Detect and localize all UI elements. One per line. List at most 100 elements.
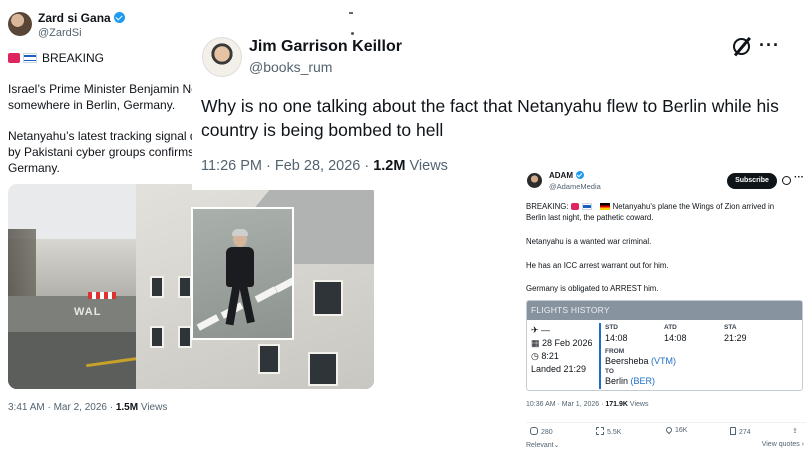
calendar-icon: ▦ — [531, 338, 543, 348]
photo-window — [308, 352, 338, 386]
from-label: FROM — [605, 348, 625, 355]
crosswalk-stripe — [254, 286, 278, 303]
views-count: 1.5M — [115, 402, 139, 413]
flight-date: 28 Feb 2026 — [542, 338, 593, 348]
author-handle[interactable]: @books_rum — [249, 59, 332, 75]
like-button[interactable]: 16K — [664, 425, 688, 435]
chevron-right-icon: › — [799, 441, 804, 448]
avatar[interactable] — [527, 173, 542, 188]
avatar[interactable] — [8, 12, 32, 36]
photo-window — [258, 344, 280, 374]
sta-value: 21:29 — [724, 333, 747, 343]
views-label: Views — [138, 402, 168, 413]
repost-count: 5.5K — [607, 429, 622, 436]
share-button[interactable]: ⇪ — [792, 427, 798, 435]
std-value: 14:08 — [605, 333, 628, 343]
avatar[interactable] — [202, 37, 242, 77]
breaking-text: BREAKING: — [526, 202, 569, 211]
crosswalk-stripe — [196, 314, 220, 331]
bookmark-button[interactable]: 274 — [730, 427, 751, 436]
more-options-icon[interactable]: ··· — [794, 172, 804, 183]
tweet-paragraph-4: Germany is obligated to ARREST him. — [526, 284, 659, 293]
breaking-text: BREAKING — [42, 51, 105, 65]
author-name-text[interactable]: Zard si Gana — [38, 11, 111, 25]
author-name[interactable]: ADAM — [549, 171, 584, 180]
israel-flag-icon — [581, 203, 592, 210]
repost-icon — [596, 427, 604, 435]
to-city: Berlin — [605, 376, 631, 386]
crosswalk-stripe — [274, 276, 292, 293]
right-tweet: ADAM @AdameMedia Subscribe ··· BREAKING:… — [521, 168, 808, 454]
grok-icon[interactable] — [733, 38, 750, 55]
photo-graffiti: WAL — [74, 306, 102, 318]
photo-window — [150, 326, 164, 348]
reply-button[interactable]: 280 — [530, 427, 553, 436]
verified-badge-icon — [576, 171, 584, 179]
photo-window — [178, 326, 192, 348]
views-count: 171.9K — [605, 401, 628, 408]
flights-history-card[interactable]: FLIGHTS HISTORY ✈ — ▦ 28 Feb 2026 ◷ 8:21… — [526, 300, 803, 391]
like-count: 16K — [675, 427, 688, 434]
tweet-text: Berlin last night, the pathetic coward. — [526, 213, 654, 222]
grok-icon[interactable] — [782, 176, 791, 185]
replies-footer: Relevant⌄ View quotes › — [526, 441, 806, 449]
sort-label[interactable]: Relevant — [526, 442, 554, 449]
from-code[interactable]: (VTM) — [651, 356, 676, 366]
timestamp-text[interactable]: 3:41 AM · Mar 2, 2026 · — [8, 402, 116, 413]
divider-mark — [349, 12, 353, 14]
flight-time: 8:21 — [541, 351, 559, 361]
reply-icon — [530, 427, 538, 435]
flights-history-header: FLIGHTS HISTORY — [527, 301, 802, 320]
timestamp-text[interactable]: 10:36 AM · Mar 1, 2026 · — [526, 401, 605, 408]
to-airport: Berlin (BER) — [605, 376, 655, 386]
clock-icon: ◷ — [531, 351, 542, 361]
view-quotes-label[interactable]: View quotes — [762, 441, 800, 448]
sta-label: STA — [724, 324, 737, 331]
tweet-paragraph-1: BREAKING: Netanyahu's plane the Wings of… — [526, 201, 806, 223]
flight-status: Landed 21:29 — [531, 364, 587, 374]
subscribe-button[interactable]: Subscribe — [727, 173, 777, 189]
decor-dot — [351, 32, 354, 35]
flight-summary: ✈ — ▦ 28 Feb 2026 ◷ 8:21 Landed 21:29 — [531, 324, 599, 376]
sort-relevant-dropdown[interactable]: Relevant⌄ — [526, 442, 560, 449]
tweet-timestamp[interactable]: 3:41 AM · Mar 2, 2026 · 1.5M Views — [8, 402, 167, 413]
to-code[interactable]: (BER) — [631, 376, 656, 386]
photo-window — [178, 276, 192, 298]
timestamp-text[interactable]: 11:26 PM · Feb 28, 2026 · — [201, 158, 373, 174]
author-name-text[interactable]: ADAM — [549, 171, 573, 180]
tweet-timestamp[interactable]: 10:36 AM · Mar 1, 2026 · 171.9K Views — [526, 401, 648, 408]
tweet-actions-bar: 280 5.5K 16K 274 ⇪ — [526, 422, 806, 436]
heart-icon — [664, 425, 674, 435]
photo-barrier — [88, 292, 116, 299]
views-label: Views — [405, 158, 448, 174]
photo-window — [150, 276, 164, 298]
photo-wall — [8, 296, 138, 334]
middle-tweet: Jim Garrison Keillor @books_rum ··· Why … — [192, 24, 808, 190]
atd-label: ATD — [664, 324, 677, 331]
views-count: 1.2M — [373, 158, 406, 174]
germany-flag-icon — [599, 203, 610, 210]
view-quotes-link[interactable]: View quotes › — [762, 441, 804, 448]
repost-button[interactable]: 5.5K — [596, 427, 621, 436]
views-label: Views — [627, 401, 649, 408]
from-city: Beersheba — [605, 356, 652, 366]
tweet-paragraph-3: He has an ICC arrest warrant out for him… — [526, 261, 669, 270]
author-name[interactable]: Jim Garrison Keillor — [249, 38, 402, 56]
author-handle[interactable]: @ZardSi — [38, 27, 82, 39]
bookmark-count: 274 — [739, 429, 751, 436]
std-label: STD — [605, 324, 618, 331]
tweet-text: Netanyahu's plane the Wings of Zion arri… — [612, 202, 775, 211]
verified-badge-icon — [113, 12, 125, 23]
tweet-timestamp[interactable]: 11:26 PM · Feb 28, 2026 · 1.2M Views — [201, 158, 448, 174]
chevron-down-icon: ⌄ — [553, 442, 560, 449]
inset-photo-man-walking[interactable] — [191, 207, 294, 340]
flight-separator — [599, 323, 601, 389]
reply-count: 280 — [541, 429, 553, 436]
plane-row: ✈ — — [531, 325, 551, 335]
author-handle[interactable]: @AdameMedia — [549, 182, 601, 191]
author-name[interactable]: Zard si Gana — [38, 11, 125, 25]
more-options-icon[interactable]: ··· — [759, 35, 780, 56]
from-airport: Beersheba (VTM) — [605, 356, 676, 366]
bookmark-icon — [730, 427, 736, 435]
photo-window — [313, 280, 343, 316]
